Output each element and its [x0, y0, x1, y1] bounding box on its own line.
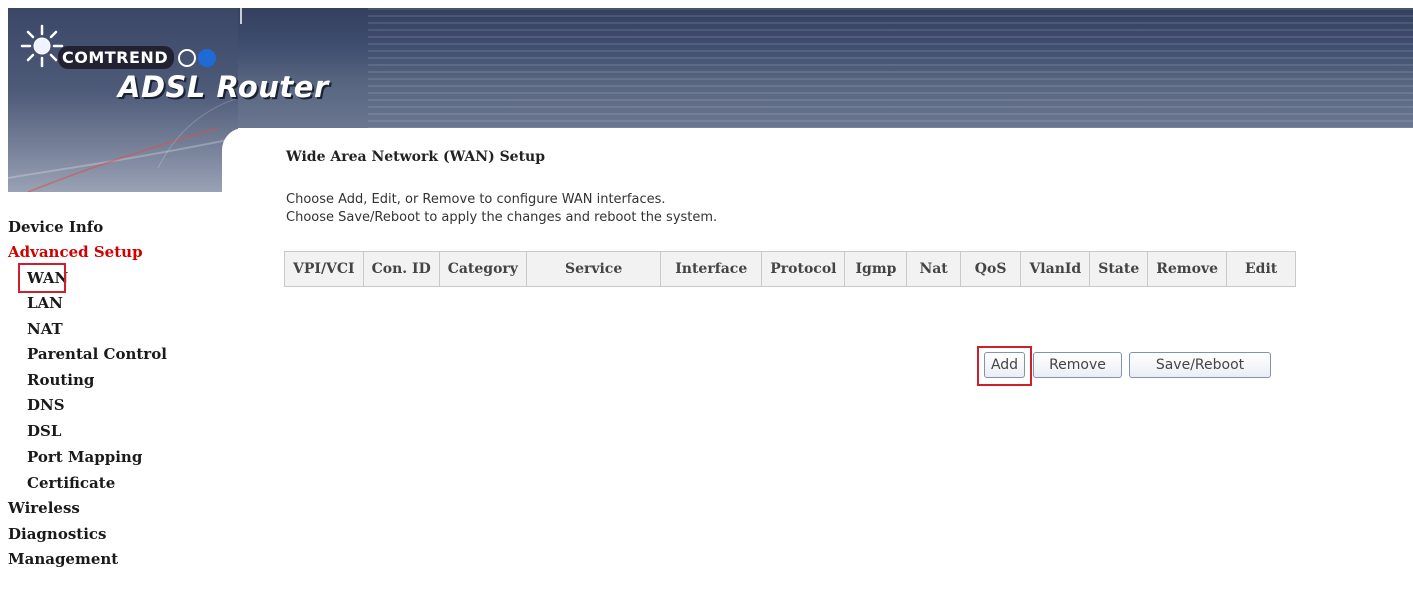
- wan-highlight-box: [18, 263, 66, 293]
- sidebar-item-diagnostics[interactable]: Diagnostics: [8, 525, 106, 543]
- sidebar-item-lan[interactable]: LAN: [27, 294, 63, 312]
- col-header-igmp: Igmp: [844, 251, 908, 287]
- sidebar-item-nat[interactable]: NAT: [27, 320, 63, 338]
- save-reboot-button[interactable]: Save/Reboot: [1129, 352, 1271, 378]
- page-title: Wide Area Network (WAN) Setup: [286, 149, 546, 165]
- col-header-category: Category: [438, 251, 527, 287]
- sidebar-nav: Device Info Advanced Setup WAN LAN NAT P…: [0, 192, 222, 601]
- wan-table: VPI/VCI Con. ID Category Service Interfa…: [284, 251, 1297, 287]
- col-header-con-id: Con. ID: [362, 251, 440, 287]
- instruction-line: Choose Add, Edit, or Remove to configure…: [286, 192, 666, 207]
- sidebar-item-dns[interactable]: DNS: [27, 396, 65, 414]
- banner-tick: [240, 8, 242, 24]
- product-title: ADSL Router: [118, 70, 329, 104]
- remove-button[interactable]: Remove: [1033, 352, 1122, 378]
- sidebar-item-routing[interactable]: Routing: [27, 371, 94, 389]
- col-header-remove: Remove: [1147, 251, 1227, 287]
- sidebar-item-port-mapping[interactable]: Port Mapping: [27, 448, 142, 466]
- col-header-vpi-vci: VPI/VCI: [284, 251, 364, 287]
- col-header-interface: Interface: [660, 251, 763, 287]
- sidebar-item-device-info[interactable]: Device Info: [8, 218, 103, 236]
- banner-stripes: [368, 8, 1413, 128]
- sidebar-item-parental-control[interactable]: Parental Control: [27, 345, 167, 363]
- col-header-nat: Nat: [906, 251, 961, 287]
- sidebar-item-certificate[interactable]: Certificate: [27, 474, 115, 492]
- sidebar-item-dsl[interactable]: DSL: [27, 422, 61, 440]
- instruction-line: Choose Save/Reboot to apply the changes …: [286, 210, 718, 225]
- table-header-row: VPI/VCI Con. ID Category Service Interfa…: [284, 251, 1297, 287]
- col-header-vlanid: VlanId: [1020, 251, 1091, 287]
- col-header-state: State: [1089, 251, 1149, 287]
- col-header-protocol: Protocol: [761, 251, 846, 287]
- col-header-service: Service: [525, 251, 662, 287]
- add-highlight-box: [977, 346, 1032, 386]
- col-header-qos: QoS: [959, 251, 1022, 287]
- sidebar-item-management[interactable]: Management: [8, 550, 118, 568]
- brand-name: COMTREND: [58, 46, 175, 69]
- col-header-edit: Edit: [1225, 251, 1297, 287]
- brand-rings-icon: [178, 48, 218, 67]
- sidebar-item-wireless[interactable]: Wireless: [8, 499, 80, 517]
- brand-row: COMTREND: [20, 22, 218, 69]
- sidebar-item-advanced-setup[interactable]: Advanced Setup: [8, 243, 143, 261]
